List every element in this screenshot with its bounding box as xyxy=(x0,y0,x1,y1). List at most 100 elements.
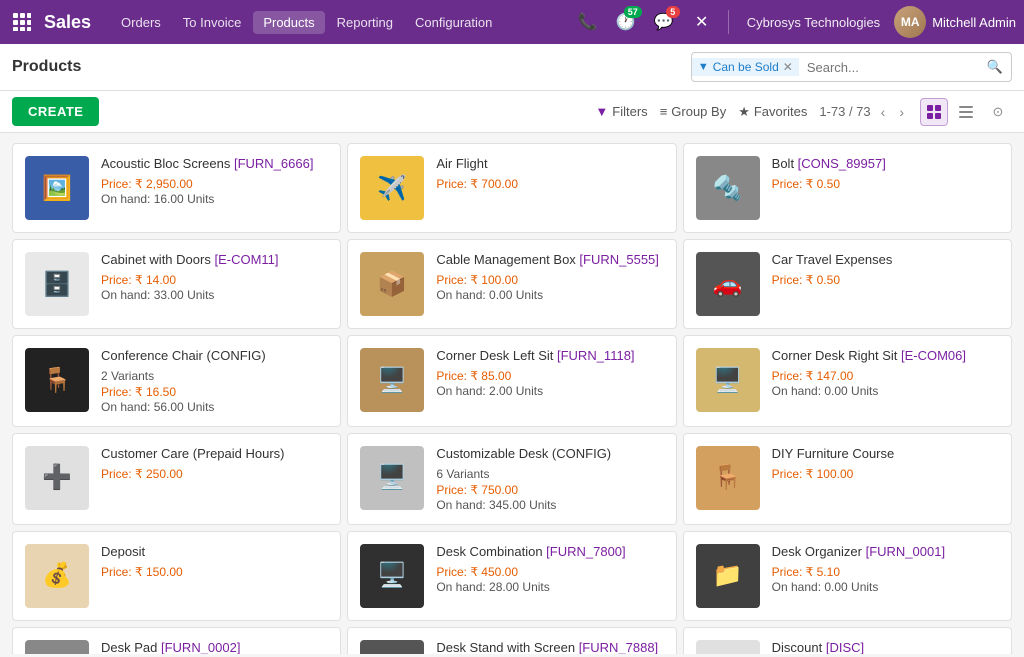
product-card[interactable]: 💰 DepositPrice: ₹ 150.00 xyxy=(12,531,341,621)
product-variants: 2 Variants xyxy=(101,369,328,383)
product-thumbnail: 🖥️ xyxy=(360,348,424,412)
product-card[interactable]: 🖥️ Customizable Desk (CONFIG) 6 Variants Pr… xyxy=(347,433,676,525)
product-info: Cable Management Box [FURN_5555] Price: ₹… xyxy=(436,252,663,302)
product-price: Price: ₹ 0.50 xyxy=(772,273,999,287)
product-card[interactable]: 🪑DIY Furniture CoursePrice: ₹ 100.00 xyxy=(683,433,1012,525)
close-icon[interactable]: ✕ xyxy=(686,6,718,38)
product-name: Cabinet with Doors [E-COM11] xyxy=(101,252,328,269)
avatar[interactable]: MA xyxy=(894,6,926,38)
product-ref: [FURN_0002] xyxy=(161,640,240,654)
nav-products[interactable]: Products xyxy=(253,11,324,34)
activity-icon[interactable]: 🕐 57 xyxy=(610,6,642,38)
product-thumbnail: 💰 xyxy=(25,544,89,608)
product-variants: 6 Variants xyxy=(436,467,663,481)
product-ref: [E-COM11] xyxy=(214,252,278,267)
product-price: Price: ₹ 100.00 xyxy=(772,467,999,481)
filters-button[interactable]: ▼ Filters xyxy=(595,104,647,119)
product-card[interactable]: 📦Cable Management Box [FURN_5555]Price: … xyxy=(347,239,676,329)
toolbar-right: ▼ Filters ≡ Group By ★ Favorites 1-73 / … xyxy=(595,98,1012,126)
search-input[interactable] xyxy=(799,56,979,79)
product-thumbnail: 🚗 xyxy=(696,252,760,316)
create-button[interactable]: CREATE xyxy=(12,97,99,126)
product-info: Cabinet with Doors [E-COM11]Price: ₹ 14.… xyxy=(101,252,328,302)
groupby-button[interactable]: ≡ Group By xyxy=(660,104,727,119)
product-onhand: On hand: 16.00 Units xyxy=(101,192,328,206)
product-price: Price: ₹ 750.00 xyxy=(436,483,663,497)
nav-to-invoice[interactable]: To Invoice xyxy=(173,11,252,34)
pagination: 1-73 / 73 ‹ › xyxy=(819,102,908,122)
product-card[interactable]: 📋Desk Pad [FURN_0002] xyxy=(12,627,341,654)
separator xyxy=(728,10,729,34)
product-card[interactable]: 🔩Bolt [CONS_89957]Price: ₹ 0.50 xyxy=(683,143,1012,233)
product-info: Customizable Desk (CONFIG) 6 Variants Pric… xyxy=(436,446,663,512)
product-price: Price: ₹ 100.00 xyxy=(436,273,663,287)
search-icon[interactable]: 🔍 xyxy=(979,55,1011,79)
nav-configuration[interactable]: Configuration xyxy=(405,11,502,34)
favorites-button[interactable]: ★ Favorites xyxy=(738,104,807,120)
nav-reporting[interactable]: Reporting xyxy=(327,11,403,34)
product-info: Corner Desk Right Sit [E-COM06]Price: ₹ … xyxy=(772,348,999,398)
product-thumbnail: ➕ xyxy=(25,446,89,510)
product-thumbnail: 🔩 xyxy=(696,156,760,220)
product-price: Price: ₹ 5.10 xyxy=(772,565,999,579)
product-ref: [FURN_0001] xyxy=(866,544,945,559)
product-info: Desk Stand with Screen [FURN_7888] xyxy=(436,640,663,654)
groupby-icon: ≡ xyxy=(660,104,668,119)
product-card[interactable]: 📁Desk Organizer [FURN_0001]Price: ₹ 5.10… xyxy=(683,531,1012,621)
product-thumbnail: 🖥️ xyxy=(696,348,760,412)
product-name: Corner Desk Right Sit [E-COM06] xyxy=(772,348,999,365)
product-card[interactable]: 🖥️Desk Combination [FURN_7800]Price: ₹ 4… xyxy=(347,531,676,621)
product-name: Deposit xyxy=(101,544,328,561)
next-page-button[interactable]: › xyxy=(895,102,908,122)
products-grid: 🖼️Acoustic Bloc Screens [FURN_6666]Price… xyxy=(12,143,1012,654)
product-card[interactable]: 🗄️Cabinet with Doors [E-COM11]Price: ₹ 1… xyxy=(12,239,341,329)
product-card[interactable]: 🖥️ Desk Stand with Screen [FURN_7888] xyxy=(347,627,676,654)
view-toggle: ⊙ xyxy=(920,98,1012,126)
filter-tag-label: Can be Sold xyxy=(713,60,779,74)
product-info: Acoustic Bloc Screens [FURN_6666]Price: … xyxy=(101,156,328,206)
product-ref: [FURN_6666] xyxy=(234,156,313,171)
product-onhand: On hand: 2.00 Units xyxy=(436,384,663,398)
product-card[interactable]: ➕ Customer Care (Prepaid Hours)Price: ₹ 2… xyxy=(12,433,341,525)
prev-page-button[interactable]: ‹ xyxy=(877,102,890,122)
product-info: DepositPrice: ₹ 150.00 xyxy=(101,544,328,580)
product-name: Customizable Desk (CONFIG) xyxy=(436,446,663,463)
filter-tag: ▼ Can be Sold ✕ xyxy=(692,58,799,76)
product-card[interactable]: ✈️Air FlightPrice: ₹ 700.00 xyxy=(347,143,676,233)
product-price: Price: ₹ 16.50 xyxy=(101,385,328,399)
product-card[interactable]: 🪑Conference Chair (CONFIG)2 VariantsPric… xyxy=(12,335,341,427)
search-box[interactable]: ▼ Can be Sold ✕ 🔍 xyxy=(691,52,1012,82)
filter-remove-icon[interactable]: ✕ xyxy=(783,60,793,74)
company-name: Cybrosys Technologies xyxy=(747,15,880,30)
product-thumbnail: 🪑 xyxy=(696,446,760,510)
product-card[interactable]: 🖥️Corner Desk Left Sit [FURN_1118]Price:… xyxy=(347,335,676,427)
product-card[interactable]: %Discount [DISC] xyxy=(683,627,1012,654)
product-card[interactable]: 🚗Car Travel ExpensesPrice: ₹ 0.50 xyxy=(683,239,1012,329)
app-grid-icon[interactable] xyxy=(8,8,36,36)
pagination-text: 1-73 / 73 xyxy=(819,104,870,119)
list-view-button[interactable] xyxy=(952,98,980,126)
activity-view-button[interactable]: ⊙ xyxy=(984,98,1012,126)
content-area: Products ▼ Can be Sold ✕ 🔍 CREATE ▼ Filt… xyxy=(0,44,1024,657)
product-name: Desk Pad [FURN_0002] xyxy=(101,640,328,654)
product-thumbnail: 🖥️ xyxy=(360,640,424,654)
product-name: Cable Management Box [FURN_5555] xyxy=(436,252,663,269)
product-info: Desk Combination [FURN_7800]Price: ₹ 450… xyxy=(436,544,663,594)
nav-orders[interactable]: Orders xyxy=(111,11,171,34)
filter-funnel-icon: ▼ xyxy=(698,61,709,73)
grid-view-button[interactable] xyxy=(920,98,948,126)
product-thumbnail: 🖥️ xyxy=(360,446,424,510)
product-card[interactable]: 🖼️Acoustic Bloc Screens [FURN_6666]Price… xyxy=(12,143,341,233)
product-card[interactable]: 🖥️Corner Desk Right Sit [E-COM06]Price: … xyxy=(683,335,1012,427)
product-info: Customer Care (Prepaid Hours)Price: ₹ 25… xyxy=(101,446,328,482)
product-onhand: On hand: 345.00 Units xyxy=(436,498,663,512)
product-onhand: On hand: 33.00 Units xyxy=(101,288,328,302)
page-title: Products xyxy=(12,58,81,76)
chat-icon[interactable]: 💬 5 xyxy=(648,6,680,38)
product-info: Air FlightPrice: ₹ 700.00 xyxy=(436,156,663,192)
product-thumbnail: 🖼️ xyxy=(25,156,89,220)
product-price: Price: ₹ 700.00 xyxy=(436,177,663,191)
product-name: Corner Desk Left Sit [FURN_1118] xyxy=(436,348,663,365)
phone-icon[interactable]: 📞 xyxy=(572,6,604,38)
product-onhand: On hand: 0.00 Units xyxy=(772,580,999,594)
